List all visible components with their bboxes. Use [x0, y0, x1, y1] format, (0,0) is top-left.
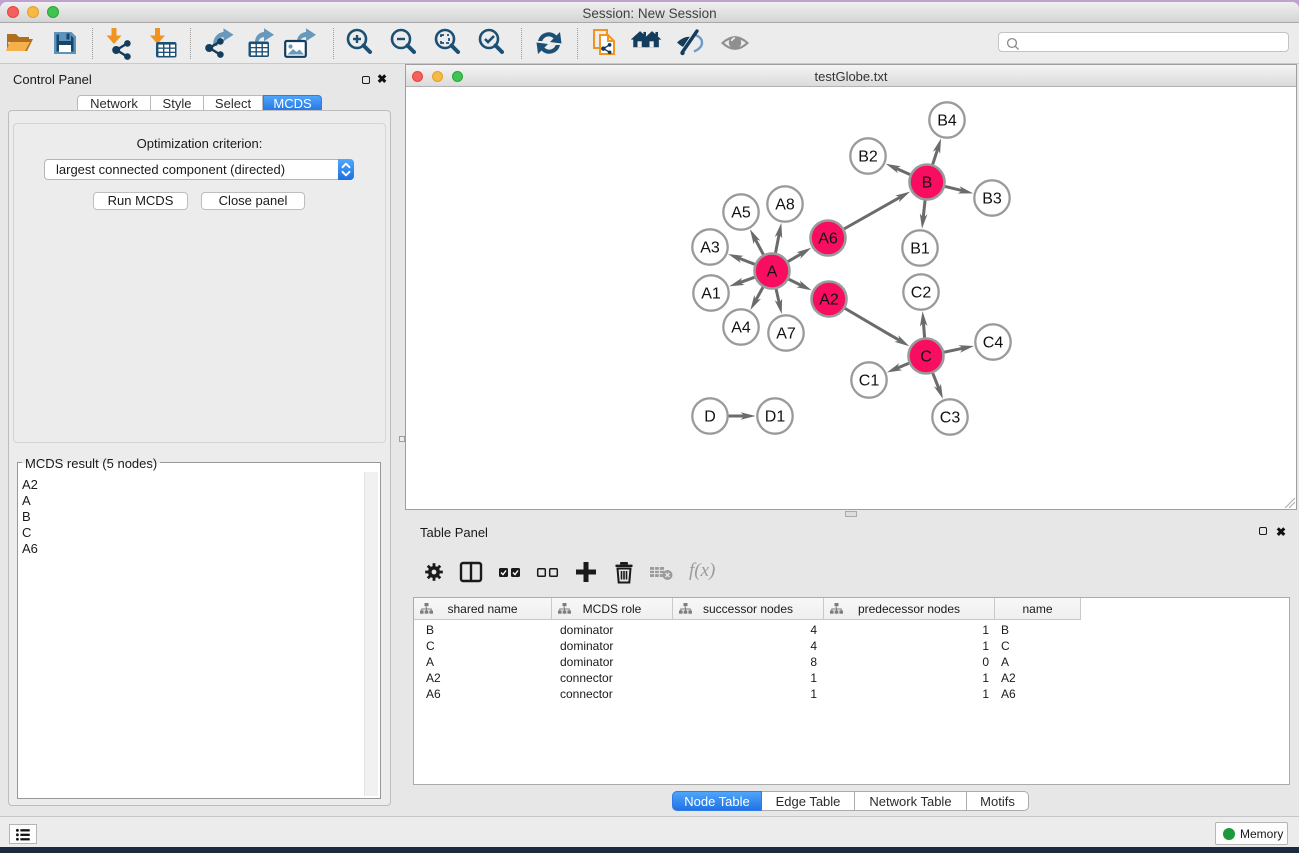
svg-text:B2: B2 — [858, 149, 878, 166]
svg-text:A1: A1 — [701, 286, 721, 303]
svg-text:A: A — [767, 264, 778, 281]
svg-text:A4: A4 — [731, 320, 751, 337]
svg-text:A3: A3 — [700, 240, 720, 257]
svg-text:B: B — [922, 175, 933, 192]
svg-text:B3: B3 — [982, 191, 1002, 208]
svg-text:C3: C3 — [940, 410, 961, 427]
svg-text:A7: A7 — [776, 326, 796, 343]
svg-text:A2: A2 — [819, 292, 839, 309]
svg-text:A8: A8 — [775, 197, 795, 214]
svg-text:A6: A6 — [818, 231, 838, 248]
svg-text:C1: C1 — [859, 373, 880, 390]
svg-text:D: D — [704, 409, 716, 426]
svg-text:C: C — [920, 349, 932, 366]
svg-text:C4: C4 — [983, 335, 1004, 352]
svg-text:C2: C2 — [911, 285, 932, 302]
svg-text:A5: A5 — [731, 205, 751, 222]
svg-text:D1: D1 — [765, 409, 786, 426]
svg-text:B4: B4 — [937, 113, 957, 130]
svg-text:B1: B1 — [910, 241, 930, 258]
